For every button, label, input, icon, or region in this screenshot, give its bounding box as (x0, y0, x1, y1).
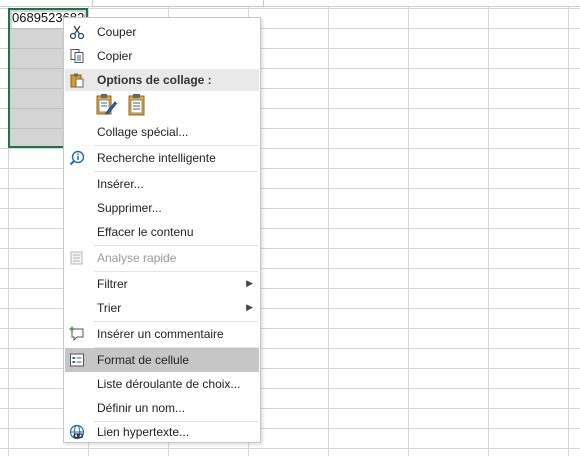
quick-analysis-icon (69, 250, 85, 266)
smart-lookup-icon (69, 150, 85, 166)
menu-label: Collage spécial... (97, 125, 189, 139)
menu-item-couper[interactable]: Couper (65, 20, 259, 44)
menu-item-analyse-rapide: Analyse rapide (65, 246, 259, 270)
context-menu: Couper Copier Options de collage : Colla… (63, 17, 261, 443)
menu-label: Liste déroulante de choix... (97, 377, 241, 391)
menu-label: Effacer le contenu (97, 225, 194, 239)
menu-label: Couper (97, 25, 137, 39)
menu-item-trier[interactable]: Trier ▶ (65, 296, 259, 320)
menu-item-filtrer[interactable]: Filtrer ▶ (65, 272, 259, 296)
menu-label: Format de cellule (97, 353, 190, 367)
menu-label: Analyse rapide (97, 251, 177, 265)
menu-item-effacer-contenu[interactable]: Effacer le contenu (65, 220, 259, 244)
menu-item-lien-hypertexte[interactable]: Lien hypertexte... (65, 420, 259, 444)
insert-comment-icon (69, 326, 85, 342)
formula-area-edge (92, 0, 264, 7)
menu-label: Insérer un commentaire (97, 327, 224, 341)
hyperlink-icon (69, 424, 85, 440)
menu-item-liste-deroulante[interactable]: Liste déroulante de choix... (65, 372, 259, 396)
scissors-icon (69, 24, 85, 40)
menu-label: Filtrer (97, 277, 128, 291)
paste-options-header: Options de collage : (65, 69, 259, 91)
paste-formatting-icon[interactable] (95, 93, 118, 117)
paste-icon[interactable] (126, 93, 148, 117)
submenu-arrow-icon: ▶ (246, 302, 253, 312)
top-rule (0, 6, 580, 7)
paste-options-icon (69, 72, 85, 88)
menu-label: Insérer... (97, 177, 144, 191)
menu-item-inserer-commentaire[interactable]: Insérer un commentaire (65, 322, 259, 346)
paste-buttons (95, 93, 155, 119)
copy-icon (69, 48, 85, 64)
menu-label: Trier (97, 301, 122, 315)
menu-label: Recherche intelligente (97, 151, 216, 165)
submenu-arrow-icon: ▶ (246, 278, 253, 288)
menu-item-definir-nom[interactable]: Définir un nom... (65, 396, 259, 420)
menu-label: Supprimer... (97, 201, 162, 215)
menu-label: Lien hypertexte... (97, 425, 190, 439)
menu-item-format-cellule[interactable]: Format de cellule (65, 348, 259, 372)
menu-label: Copier (97, 49, 133, 63)
menu-item-collage-special[interactable]: Collage spécial... (65, 120, 259, 144)
format-cells-icon (69, 352, 85, 368)
menu-item-copier[interactable]: Copier (65, 44, 259, 68)
menu-label: Options de collage : (97, 73, 212, 87)
menu-item-supprimer[interactable]: Supprimer... (65, 196, 259, 220)
menu-label: Définir un nom... (97, 401, 186, 415)
menu-item-recherche-intelligente[interactable]: Recherche intelligente (65, 146, 259, 170)
menu-item-inserer[interactable]: Insérer... (65, 172, 259, 196)
